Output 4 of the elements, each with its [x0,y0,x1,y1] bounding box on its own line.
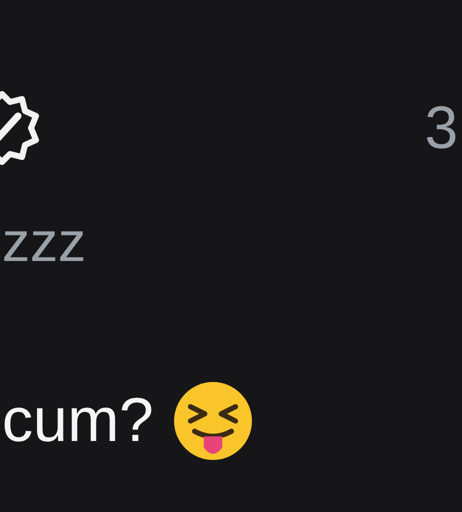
count: 3 [424,98,458,158]
username: zzz [2,214,87,270]
post-text: cum? [2,390,154,452]
tongue-face-icon [172,380,254,462]
